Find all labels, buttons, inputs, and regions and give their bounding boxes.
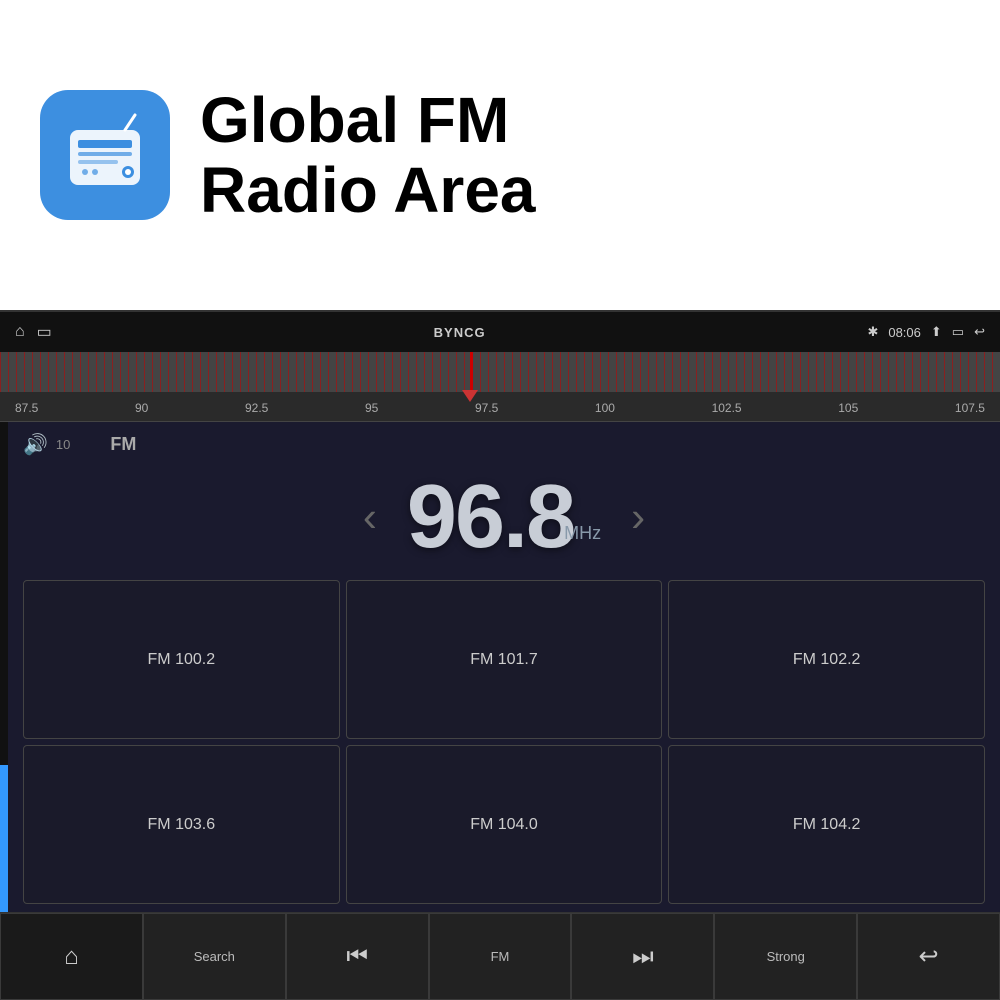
ruler-label-1025: 102.5 [712,401,742,415]
search-label: Search [194,949,235,964]
frequency-ruler[interactable]: 87.5 90 92.5 95 97.5 100 102.5 105 107.5 [0,352,1000,422]
screen-icon: ▭ [952,324,964,340]
ruler-label-925: 92.5 [245,401,268,415]
radio-top-row: 🔊 10 FM [8,422,1000,467]
status-right-icons: ✱ 08:06 ⬆ ▭ ↩ [867,324,985,340]
next-button[interactable]: ⏭ [571,913,714,1000]
preset-button-1[interactable]: FM 100.2 [23,580,340,739]
time-display: 08:06 [888,325,921,340]
prev-frequency-button[interactable]: ‹ [363,496,377,538]
brand-label: BYNCG [434,325,486,340]
volume-level: 10 [56,437,70,452]
frequency-unit: MHz [564,523,601,562]
ruler-label-95: 95 [365,401,378,415]
radio-main-wrapper: 🔊 10 FM ‹ 96.8 MHz › FM 100.2 FM 101.7 F… [0,422,1000,912]
back-status-icon: ↩ [974,324,985,340]
volume-icon: 🔊 [23,432,48,457]
app-header: Global FM Radio Area [0,0,1000,310]
fm-band-label: FM [110,434,136,455]
frequency-value: 96.8 [407,472,574,562]
ruler-label-1075: 107.5 [955,401,985,415]
search-button[interactable]: Search [143,913,286,1000]
arrows-icon: ⬆ [931,324,942,340]
frequency-display: ‹ 96.8 MHz › [8,467,1000,572]
bus-status-icon: ▭ [37,322,52,342]
device-screen: ⌂ ▭ BYNCG ✱ 08:06 ⬆ ▭ ↩ 87.5 90 92.5 95 … [0,310,1000,1000]
ruler-label-875: 87.5 [15,401,38,415]
ruler-red-line [470,352,473,392]
preset-button-6[interactable]: FM 104.2 [668,745,985,904]
strong-label: Strong [767,949,805,964]
prev-button[interactable]: ⏮ [286,913,429,1000]
bottom-toolbar: ⌂ Search ⏮ FM ⏭ Strong ↩ [0,912,1000,1000]
home-status-icon: ⌂ [15,323,25,341]
ruler-indicator [462,390,478,402]
app-title: Global FM Radio Area [200,85,536,226]
preset-button-4[interactable]: FM 103.6 [23,745,340,904]
radio-main: 🔊 10 FM ‹ 96.8 MHz › FM 100.2 FM 101.7 F… [8,422,1000,912]
preset-button-2[interactable]: FM 101.7 [346,580,663,739]
bluetooth-icon: ✱ [867,324,878,340]
preset-button-5[interactable]: FM 104.0 [346,745,663,904]
presets-grid: FM 100.2 FM 101.7 FM 102.2 FM 103.6 FM 1… [8,572,1000,912]
side-volume-bar[interactable] [0,422,8,912]
home-icon: ⌂ [64,943,79,971]
fm-toolbar-label: FM [491,949,510,964]
back-icon: ↩ [919,942,939,971]
ruler-label-90: 90 [135,401,148,415]
next-icon: ⏭ [632,943,654,971]
ruler-labels: 87.5 90 92.5 95 97.5 100 102.5 105 107.5 [0,392,1000,422]
next-frequency-button[interactable]: › [631,496,645,538]
prev-icon: ⏮ [346,943,368,971]
status-bar: ⌂ ▭ BYNCG ✱ 08:06 ⬆ ▭ ↩ [0,312,1000,352]
home-button[interactable]: ⌂ [0,913,143,1000]
app-icon [40,90,170,220]
ruler-label-100: 100 [595,401,615,415]
back-button[interactable]: ↩ [857,913,1000,1000]
status-left-icons: ⌂ ▭ [15,322,52,342]
ruler-label-105: 105 [838,401,858,415]
fm-button[interactable]: FM [429,913,572,1000]
strong-button[interactable]: Strong [714,913,857,1000]
ruler-stripes [0,352,1000,392]
preset-button-3[interactable]: FM 102.2 [668,580,985,739]
ruler-label-975: 97.5 [475,401,498,415]
side-volume-fill [0,765,8,912]
